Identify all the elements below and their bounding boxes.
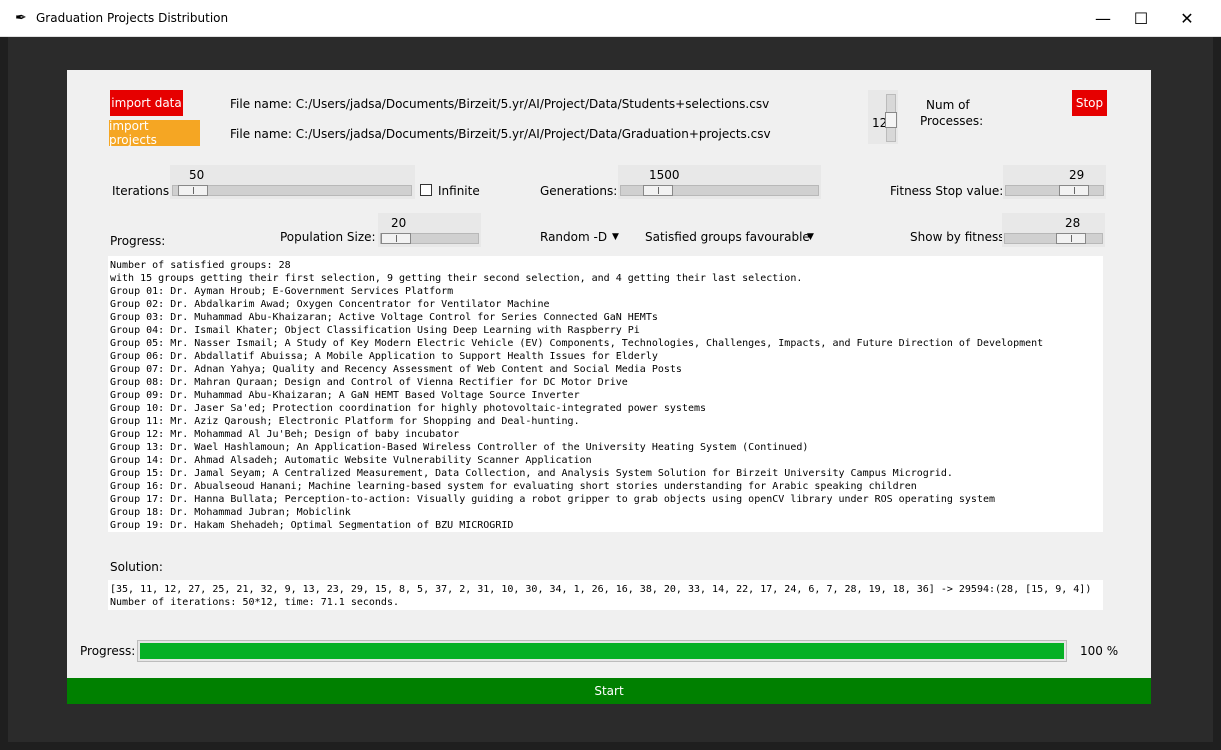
results-textbox[interactable]: Number of satisfied groups: 28 with 15 gr… — [108, 256, 1103, 532]
import-projects-button[interactable]: import projects — [109, 119, 200, 147]
solution-label: Solution: — [110, 560, 163, 574]
infinite-checkbox[interactable] — [420, 184, 432, 196]
show-fitness-label: Show by fitness: — [910, 230, 1009, 244]
infinite-label: Infinite — [438, 184, 480, 198]
main-panel: import data import projects File name: C… — [67, 70, 1151, 678]
projects-file-label: File name: C:/Users/jadsa/Documents/Birz… — [230, 127, 771, 141]
chevron-down-icon: ▼ — [612, 232, 619, 242]
progress-label: Progress: — [80, 644, 136, 658]
text-line: Group 08: Dr. Mahran Quraan; Design and … — [110, 377, 628, 388]
processes-label-line1: Num of — [926, 98, 970, 112]
fitness-stop-label: Fitness Stop value: — [890, 184, 1004, 198]
text-line: Group 05: Mr. Nasser Ismail; A Study of … — [110, 338, 1044, 349]
fitness-stop-slider[interactable]: 29 — [1003, 165, 1106, 199]
text-line: Group 10: Dr. Jaser Sa'ed; Protection co… — [110, 403, 707, 414]
processes-spinner[interactable]: 12 — [868, 90, 898, 144]
iterations-label: Iterations: — [112, 184, 174, 198]
show-fitness-value: 28 — [1065, 216, 1081, 230]
text-line: Group 03: Dr. Muhammad Abu-Khaizaran; Ac… — [110, 312, 658, 323]
import-data-button[interactable]: import data — [110, 90, 183, 116]
text-line: Group 04: Dr. Ismail Khater; Object Clas… — [110, 325, 640, 336]
show-fitness-trough[interactable] — [1004, 233, 1103, 244]
results-progress-label: Progress: — [110, 234, 166, 248]
iterations-slider[interactable]: 50 — [170, 165, 415, 199]
maximize-button[interactable]: ☐ — [1118, 0, 1164, 37]
text-line: Number of satisfied groups: 28 — [110, 260, 291, 271]
text-line: Group 16: Dr. Abualseoud Hanani; Machine… — [110, 481, 917, 492]
iterations-trough[interactable] — [172, 185, 412, 196]
favour-value: Satisfied groups favourable — [645, 230, 810, 244]
selection-value: Random -D — [540, 230, 608, 244]
text-line: Group 11: Mr. Aziz Qaroush; Electronic P… — [110, 416, 580, 427]
text-line: Group 13: Dr. Wael Hashlamoun; An Applic… — [110, 442, 809, 453]
iterations-handle[interactable] — [178, 185, 208, 196]
population-label: Population Size: — [280, 230, 376, 244]
text-line: Group 19: Dr. Hakam Shehadeh; Optimal Se… — [110, 520, 514, 531]
close-button[interactable]: ✕ — [1164, 0, 1210, 37]
population-slider[interactable]: 20 — [378, 213, 481, 247]
fitness-stop-value: 29 — [1069, 168, 1085, 182]
population-handle[interactable] — [381, 233, 411, 244]
progress-percent: 100 % — [1080, 644, 1119, 658]
selection-dropdown[interactable]: Random -D ▼ — [540, 230, 625, 244]
text-line: Group 17: Dr. Hanna Bullata; Perception-… — [110, 494, 996, 505]
text-line: Group 12: Mr. Mohammad Al Ju'Beh; Design… — [110, 429, 460, 440]
fitness-stop-handle[interactable] — [1059, 185, 1089, 196]
text-line: Group 09: Dr. Muhammad Abu-Khaizaran; A … — [110, 390, 580, 401]
progress-bar-fill — [140, 643, 1064, 659]
processes-label-line2: Processes: — [920, 114, 984, 128]
text-line: Group 02: Dr. Abdalkarim Awad; Oxygen Co… — [110, 299, 550, 310]
stop-button[interactable]: Stop — [1072, 90, 1107, 116]
title-bar: ✒ Graduation Projects Distribution — ☐ ✕ — [0, 0, 1221, 37]
text-line: Number of iterations: 50*12, time: 71.1 … — [110, 597, 399, 608]
population-value: 20 — [391, 216, 407, 230]
progress-bar — [137, 640, 1067, 662]
text-line: Group 01: Dr. Ayman Hroub; E-Government … — [110, 286, 454, 297]
generations-handle[interactable] — [643, 185, 673, 196]
text-line: Group 15: Dr. Jamal Seyam; A Centralized… — [110, 468, 953, 479]
processes-scale-handle[interactable] — [885, 112, 897, 128]
show-fitness-slider[interactable]: 28 — [1002, 213, 1105, 247]
fitness-stop-trough[interactable] — [1005, 185, 1104, 196]
favour-dropdown[interactable]: Satisfied groups favourable ▼ — [645, 230, 820, 244]
text-line: Group 14: Dr. Ahmad Alsadeh; Automatic W… — [110, 455, 592, 466]
solution-textbox[interactable]: [35, 11, 12, 27, 25, 21, 32, 9, 13, 23, … — [108, 580, 1103, 610]
generations-value: 1500 — [649, 168, 680, 182]
text-line: Group 07: Dr. Adnan Yahya; Quality and R… — [110, 364, 682, 375]
generations-label: Generations: — [540, 184, 618, 198]
generations-slider[interactable]: 1500 — [618, 165, 821, 199]
students-file-label: File name: C:/Users/jadsa/Documents/Birz… — [230, 97, 770, 111]
chevron-down-icon: ▼ — [807, 232, 814, 242]
show-fitness-handle[interactable] — [1056, 233, 1086, 244]
feather-icon: ✒ — [15, 10, 27, 26]
window-title: Graduation Projects Distribution — [36, 11, 229, 25]
iterations-value: 50 — [189, 168, 205, 182]
start-button[interactable]: Start — [67, 678, 1151, 704]
text-line: with 15 groups getting their first selec… — [110, 273, 803, 284]
text-line: [35, 11, 12, 27, 25, 21, 32, 9, 13, 23, … — [110, 584, 1092, 595]
text-line: Group 06: Dr. Abdallatif Abuissa; A Mobi… — [110, 351, 658, 362]
text-line: Group 18: Dr. Mohammad Jubran; Mobiclink — [110, 507, 351, 518]
